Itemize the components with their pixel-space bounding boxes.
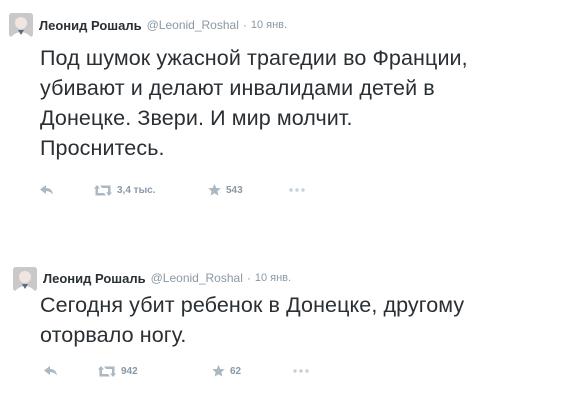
- more-icon: [293, 369, 309, 373]
- tweet-header: Леонид Рошаль @Leonid_Roshal · 10 янв.: [43, 266, 291, 290]
- retweet-button[interactable]: 3,4 тыс.: [94, 184, 208, 196]
- favorite-count: 543: [226, 184, 243, 196]
- retweet-count: 3,4 тыс.: [117, 184, 156, 196]
- avatar[interactable]: [13, 267, 37, 291]
- tweet-actions: 3,4 тыс. 543: [40, 180, 305, 200]
- retweet-icon: [98, 365, 116, 377]
- tweet-text-line: Под шумок ужасной трагедии во Франции,: [40, 46, 468, 70]
- more-icon: [289, 188, 305, 192]
- avatar[interactable]: [9, 13, 33, 37]
- tweet-text-line: Сегодня убит ребенок в Донецке, другому: [40, 293, 465, 317]
- reply-button[interactable]: [40, 185, 94, 195]
- favorite-icon: [208, 184, 221, 196]
- retweet-icon: [94, 184, 112, 196]
- author-name[interactable]: Леонид Рошаль: [43, 271, 146, 286]
- favorite-count: 62: [230, 365, 242, 377]
- tweet[interactable]: Леонид Рошаль @Leonid_Roshal · 10 янв. П…: [0, 0, 585, 225]
- more-button[interactable]: [289, 188, 305, 192]
- tweet-text-line: Проснитесь.: [40, 136, 165, 160]
- tweet-text: Под шумок ужасной трагедии во Франции, у…: [40, 43, 580, 163]
- header-separator: ·: [246, 271, 251, 285]
- author-name[interactable]: Леонид Рошаль: [39, 18, 142, 33]
- tweet-header: Леонид Рошаль @Leonid_Roshal · 10 янв.: [39, 13, 287, 37]
- header-separator: ·: [242, 18, 247, 32]
- favorite-button[interactable]: 62: [212, 365, 293, 377]
- author-handle[interactable]: @Leonid_Roshal: [151, 271, 243, 285]
- tweet-text: Сегодня убит ребенок в Донецке, другому …: [40, 290, 580, 350]
- tweet-timestamp[interactable]: 10 янв.: [255, 272, 291, 284]
- reply-icon: [40, 185, 53, 195]
- retweet-button[interactable]: 942: [98, 365, 212, 377]
- tweet-actions: 942 62: [44, 361, 309, 381]
- reply-button[interactable]: [44, 366, 98, 376]
- tweet-text-line: Донецке. Звери. И мир молчит.: [40, 106, 353, 130]
- more-button[interactable]: [293, 369, 309, 373]
- tweet-text-line: оторвало ногу.: [40, 323, 187, 347]
- tweet-timestamp[interactable]: 10 янв.: [251, 19, 287, 31]
- favorite-button[interactable]: 543: [208, 184, 289, 196]
- author-handle[interactable]: @Leonid_Roshal: [147, 18, 239, 32]
- favorite-icon: [212, 365, 225, 377]
- tweet-text-line: убивают и делают инвалидами детей в: [40, 76, 435, 100]
- reply-icon: [44, 366, 57, 376]
- retweet-count: 942: [121, 365, 138, 377]
